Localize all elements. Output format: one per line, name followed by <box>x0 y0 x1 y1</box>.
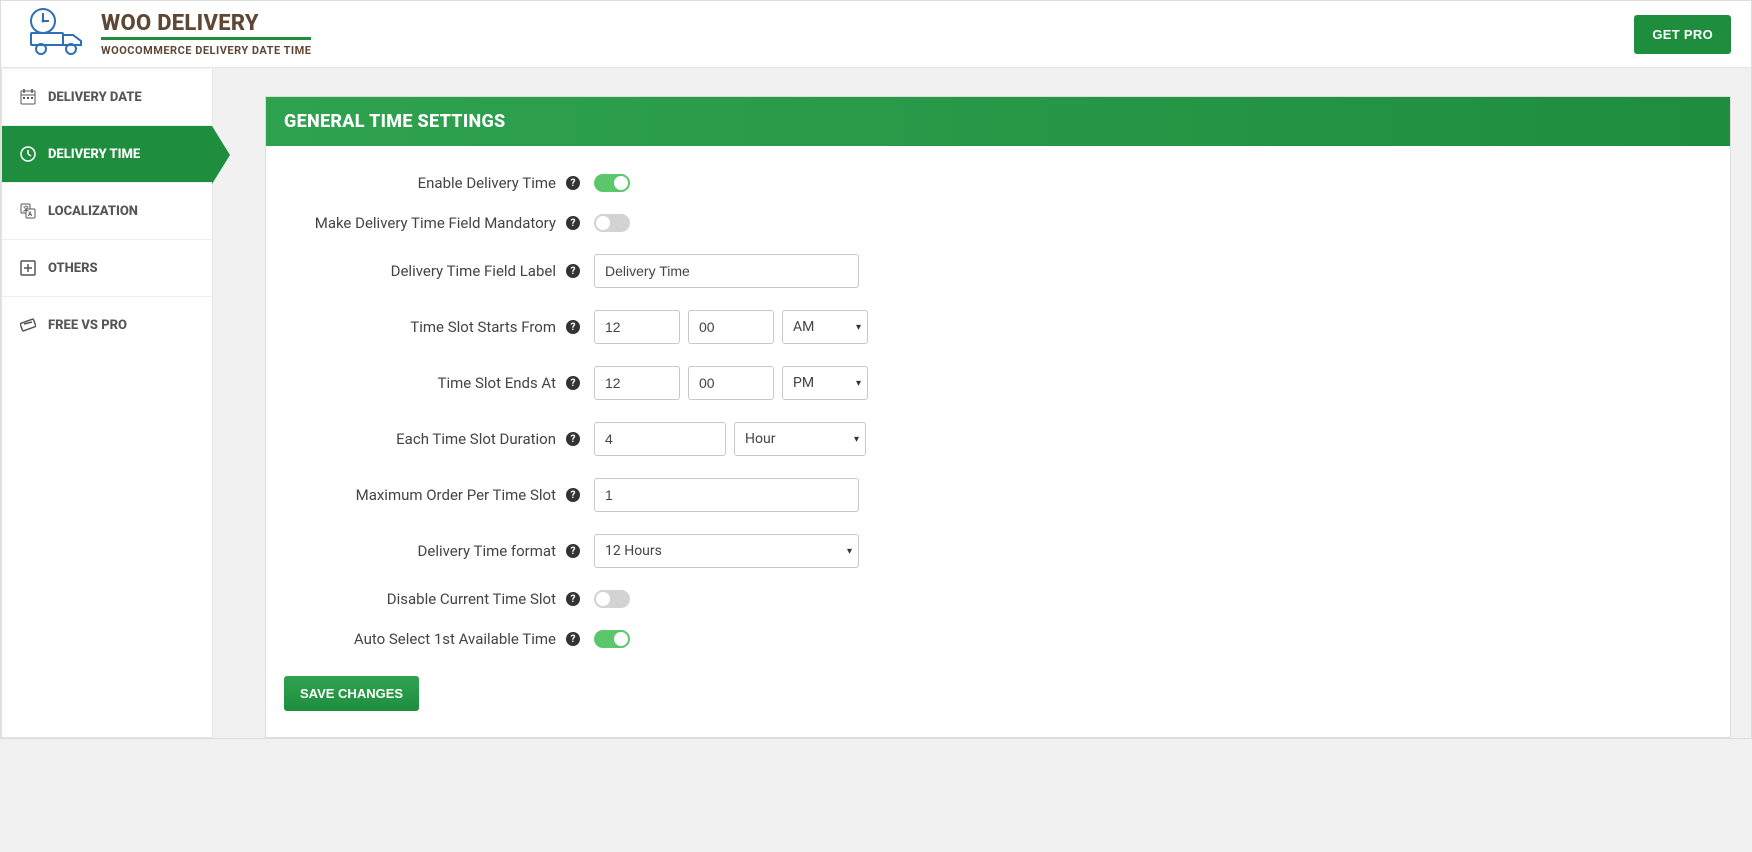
help-icon[interactable]: ? <box>566 264 580 278</box>
clock-icon <box>20 146 36 162</box>
help-icon[interactable]: ? <box>566 176 580 190</box>
label-ends-at: Time Slot Ends At <box>284 374 556 392</box>
delivery-truck-icon <box>25 7 87 61</box>
sidebar-item-localization[interactable]: 文A LOCALIZATION <box>2 183 212 240</box>
toggle-mandatory[interactable] <box>594 214 630 232</box>
select-end-ampm[interactable]: PM <box>782 366 868 400</box>
select-start-ampm[interactable]: AM <box>782 310 868 344</box>
row-starts-from: Time Slot Starts From ? AM <box>284 310 1712 344</box>
sidebar-item-label: OTHERS <box>48 261 98 276</box>
input-end-minute[interactable] <box>688 366 774 400</box>
row-max-order: Maximum Order Per Time Slot ? <box>284 478 1712 512</box>
input-start-hour[interactable] <box>594 310 680 344</box>
input-max-order[interactable] <box>594 478 859 512</box>
toggle-disable-current[interactable] <box>594 590 630 608</box>
input-field-label[interactable] <box>594 254 859 288</box>
row-auto-select: Auto Select 1st Available Time ? <box>284 630 1712 648</box>
label-starts-from: Time Slot Starts From <box>284 318 556 336</box>
help-icon[interactable]: ? <box>566 488 580 502</box>
sidebar-item-label: LOCALIZATION <box>48 204 138 219</box>
sidebar-item-free-vs-pro[interactable]: FREE VS PRO <box>2 297 212 353</box>
sidebar-item-delivery-date[interactable]: DELIVERY DATE <box>2 69 212 126</box>
sidebar-item-others[interactable]: OTHERS <box>2 240 212 297</box>
panel-title: GENERAL TIME SETTINGS <box>266 97 1730 146</box>
help-icon[interactable]: ? <box>566 376 580 390</box>
row-field-label: Delivery Time Field Label ? <box>284 254 1712 288</box>
header: WOO DELIVERY WOOCOMMERCE DELIVERY DATE T… <box>1 1 1751 68</box>
label-field-label: Delivery Time Field Label <box>284 262 556 280</box>
select-time-format[interactable]: 12 Hours <box>594 534 859 568</box>
help-icon[interactable]: ? <box>566 320 580 334</box>
row-duration: Each Time Slot Duration ? Hour <box>284 422 1712 456</box>
help-icon[interactable]: ? <box>566 216 580 230</box>
label-max-order: Maximum Order Per Time Slot <box>284 486 556 504</box>
row-ends-at: Time Slot Ends At ? PM <box>284 366 1712 400</box>
brand: WOO DELIVERY WOOCOMMERCE DELIVERY DATE T… <box>11 7 311 61</box>
localization-icon: 文A <box>20 203 36 219</box>
sidebar-item-label: DELIVERY DATE <box>48 90 142 105</box>
brand-title: WOO DELIVERY <box>101 11 311 40</box>
others-icon <box>20 260 36 276</box>
label-mandatory: Make Delivery Time Field Mandatory <box>284 214 556 232</box>
save-changes-button[interactable]: SAVE CHANGES <box>284 676 419 711</box>
help-icon[interactable]: ? <box>566 544 580 558</box>
input-duration-value[interactable] <box>594 422 726 456</box>
sidebar-item-label: FREE VS PRO <box>48 318 127 333</box>
help-icon[interactable]: ? <box>566 432 580 446</box>
help-icon[interactable]: ? <box>566 632 580 646</box>
get-pro-button[interactable]: GET PRO <box>1634 15 1731 54</box>
toggle-enable-delivery-time[interactable] <box>594 174 630 192</box>
main-content: GENERAL TIME SETTINGS Enable Delivery Ti… <box>213 68 1751 738</box>
select-duration-unit[interactable]: Hour <box>734 422 866 456</box>
settings-panel: GENERAL TIME SETTINGS Enable Delivery Ti… <box>265 96 1731 738</box>
label-time-format: Delivery Time format <box>284 542 556 560</box>
row-time-format: Delivery Time format ? 12 Hours <box>284 534 1712 568</box>
compare-icon <box>20 317 36 333</box>
sidebar: DELIVERY DATE DELIVERY TIME 文A LOCALIZAT… <box>1 69 213 738</box>
label-auto-select: Auto Select 1st Available Time <box>284 630 556 648</box>
row-disable-current: Disable Current Time Slot ? <box>284 590 1712 608</box>
label-disable-current: Disable Current Time Slot <box>284 590 556 608</box>
label-duration: Each Time Slot Duration <box>284 430 556 448</box>
sidebar-item-label: DELIVERY TIME <box>48 147 140 162</box>
row-mandatory: Make Delivery Time Field Mandatory ? <box>284 214 1712 232</box>
label-enable-delivery-time: Enable Delivery Time <box>284 174 556 192</box>
help-icon[interactable]: ? <box>566 592 580 606</box>
sidebar-item-delivery-time[interactable]: DELIVERY TIME <box>2 126 212 183</box>
brand-subtitle: WOOCOMMERCE DELIVERY DATE TIME <box>101 44 311 57</box>
toggle-auto-select[interactable] <box>594 630 630 648</box>
input-end-hour[interactable] <box>594 366 680 400</box>
calendar-icon <box>20 89 36 105</box>
row-enable-delivery-time: Enable Delivery Time ? <box>284 174 1712 192</box>
input-start-minute[interactable] <box>688 310 774 344</box>
